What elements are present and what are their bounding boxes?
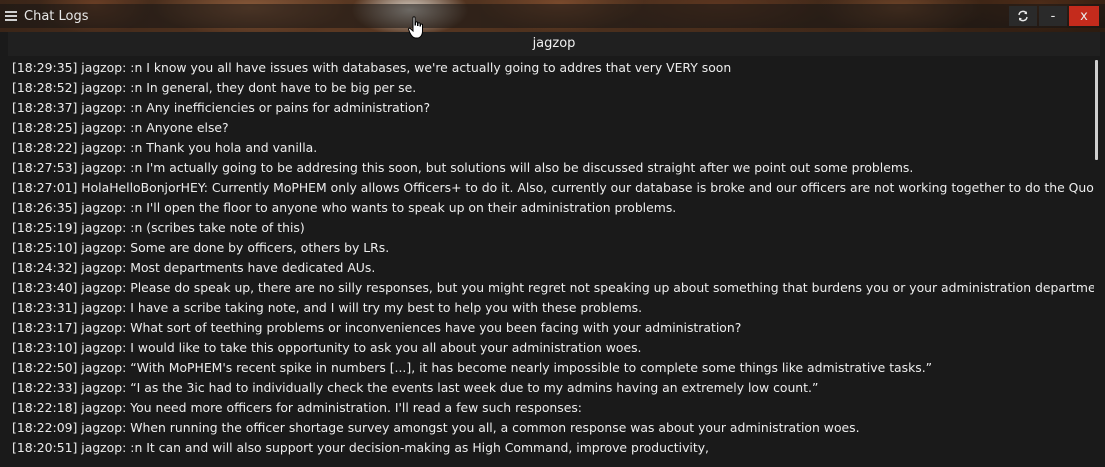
chat-message: [18:28:37] jagzop: :n Any inefficiencies… bbox=[12, 100, 431, 115]
message-timestamp: [18:23:10] bbox=[12, 340, 78, 355]
chat-message: [18:25:19] jagzop: :n (scribes take note… bbox=[12, 220, 305, 235]
chat-message: [18:29:35] jagzop: :n I know you all hav… bbox=[12, 60, 732, 75]
chat-message: [18:27:53] jagzop: :n I'm actually going… bbox=[12, 160, 914, 175]
chat-message: [18:28:22] jagzop: :n Thank you hola and… bbox=[12, 140, 318, 155]
message-text: :n I'm actually going to be addresing th… bbox=[130, 160, 914, 175]
message-author: jagzop bbox=[81, 420, 123, 435]
message-text: :n I know you all have issues with datab… bbox=[130, 60, 732, 75]
message-author: jagzop bbox=[81, 380, 123, 395]
message-timestamp: [18:28:52] bbox=[12, 80, 78, 95]
minimize-button[interactable]: - bbox=[1039, 6, 1067, 26]
message-text: I have a scribe taking note, and I will … bbox=[130, 300, 643, 315]
message-author: jagzop bbox=[81, 120, 123, 135]
message-author: jagzop bbox=[81, 80, 123, 95]
message-text: :n Thank you hola and vanilla. bbox=[130, 140, 318, 155]
message-text: :n I'll open the floor to anyone who wan… bbox=[130, 200, 677, 215]
channel-header: jagzop bbox=[8, 32, 1100, 56]
message-text: When running the officer shortage survey… bbox=[130, 420, 860, 435]
message-author: jagzop bbox=[81, 400, 123, 415]
title-bar[interactable]: Chat Logs - x bbox=[0, 4, 1105, 28]
message-timestamp: [18:25:10] bbox=[12, 240, 78, 255]
message-timestamp: [18:23:31] bbox=[12, 300, 78, 315]
message-author: jagzop bbox=[81, 440, 123, 455]
chat-message: [18:28:52] jagzop: :n In general, they d… bbox=[12, 80, 417, 95]
message-timestamp: [18:28:37] bbox=[12, 100, 78, 115]
message-timestamp: [18:20:51] bbox=[12, 440, 78, 455]
message-text: Please do speak up, there are no silly r… bbox=[130, 280, 1094, 295]
message-text: :n It can and will also support your dec… bbox=[130, 440, 709, 455]
message-author: jagzop bbox=[81, 260, 123, 275]
message-author: jagzop bbox=[81, 320, 123, 335]
chat-message: [18:23:17] jagzop: What sort of teething… bbox=[12, 320, 742, 335]
message-timestamp: [18:23:40] bbox=[12, 280, 78, 295]
refresh-button[interactable] bbox=[1009, 6, 1037, 26]
message-author: jagzop bbox=[81, 100, 123, 115]
message-text: Most departments have dedicated AUs. bbox=[130, 260, 376, 275]
chat-message: [18:28:25] jagzop: :n Anyone else? bbox=[12, 120, 229, 135]
message-author: HolaHelloBonjorHEY bbox=[81, 180, 204, 195]
message-author: jagzop bbox=[81, 280, 123, 295]
hand-cursor-icon bbox=[408, 16, 423, 39]
message-author: jagzop bbox=[81, 60, 123, 75]
message-timestamp: [18:28:25] bbox=[12, 120, 78, 135]
chat-message: [18:25:10] jagzop: Some are done by offi… bbox=[12, 240, 390, 255]
message-timestamp: [18:22:33] bbox=[12, 380, 78, 395]
message-text: Some are done by officers, others by LRs… bbox=[130, 240, 390, 255]
chat-message: [18:24:32] jagzop: Most departments have… bbox=[12, 260, 376, 275]
message-timestamp: [18:22:09] bbox=[12, 420, 78, 435]
message-timestamp: [18:22:18] bbox=[12, 400, 78, 415]
message-timestamp: [18:23:17] bbox=[12, 320, 78, 335]
message-author: jagzop bbox=[81, 240, 123, 255]
message-text: :n Anyone else? bbox=[130, 120, 229, 135]
chat-log[interactable]: [18:29:35] jagzop: :n I know you all hav… bbox=[8, 58, 1094, 467]
message-timestamp: [18:22:50] bbox=[12, 360, 78, 375]
message-text: “I as the 3ic had to individually check … bbox=[130, 380, 819, 395]
message-text: :n Any inefficiencies or pains for admin… bbox=[130, 100, 431, 115]
chat-message: [18:22:09] jagzop: When running the offi… bbox=[12, 420, 860, 435]
message-text: “With MoPHEM's recent spike in numbers [… bbox=[130, 360, 933, 375]
message-text: You need more officers for administratio… bbox=[130, 400, 582, 415]
message-author: jagzop bbox=[81, 160, 123, 175]
message-author: jagzop bbox=[81, 340, 123, 355]
message-timestamp: [18:26:35] bbox=[12, 200, 78, 215]
message-text: :n In general, they dont have to be big … bbox=[130, 80, 417, 95]
message-text: :n (scribes take note of this) bbox=[130, 220, 305, 235]
chat-message: [18:20:51] jagzop: :n It can and will al… bbox=[12, 440, 709, 455]
message-author: jagzop bbox=[81, 300, 123, 315]
hamburger-menu-icon[interactable] bbox=[5, 11, 17, 21]
message-timestamp: [18:29:35] bbox=[12, 60, 78, 75]
window-controls: - x bbox=[1009, 6, 1099, 26]
message-author: jagzop bbox=[81, 140, 123, 155]
close-button[interactable]: x bbox=[1069, 6, 1099, 26]
chat-message: [18:23:10] jagzop: I would like to take … bbox=[12, 340, 642, 355]
message-timestamp: [18:25:19] bbox=[12, 220, 78, 235]
scrollbar-thumb[interactable] bbox=[1095, 60, 1098, 160]
message-author: jagzop bbox=[81, 200, 123, 215]
message-author: jagzop bbox=[81, 360, 123, 375]
message-text: I would like to take this opportunity to… bbox=[130, 340, 642, 355]
chat-message: [18:22:50] jagzop: “With MoPHEM's recent… bbox=[12, 360, 933, 375]
chat-message: [18:22:33] jagzop: “I as the 3ic had to … bbox=[12, 380, 819, 395]
chat-message: [18:23:40] jagzop: Please do speak up, t… bbox=[8, 278, 1094, 298]
message-timestamp: [18:24:32] bbox=[12, 260, 78, 275]
chat-message: [18:23:31] jagzop: I have a scribe takin… bbox=[12, 300, 643, 315]
chat-message: [18:26:35] jagzop: :n I'll open the floo… bbox=[12, 200, 677, 215]
message-timestamp: [18:27:53] bbox=[12, 160, 78, 175]
refresh-icon bbox=[1018, 10, 1028, 22]
window-title: Chat Logs bbox=[24, 8, 89, 24]
message-timestamp: [18:27:01] bbox=[12, 180, 78, 195]
message-text: What sort of teething problems or inconv… bbox=[130, 320, 742, 335]
message-timestamp: [18:28:22] bbox=[12, 140, 78, 155]
chat-message: [18:27:01] HolaHelloBonjorHEY: Currently… bbox=[8, 178, 1094, 198]
chat-message: [18:22:18] jagzop: You need more officer… bbox=[12, 400, 582, 415]
message-author: jagzop bbox=[81, 220, 123, 235]
message-text: Currently MoPHEM only allows Officers+ t… bbox=[211, 180, 1094, 195]
